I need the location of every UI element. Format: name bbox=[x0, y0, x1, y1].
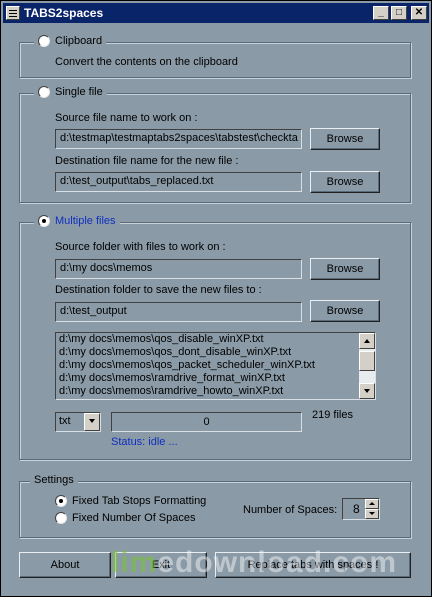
multi-source-label: Source folder with files to work on : bbox=[55, 241, 226, 253]
single-file-label: Single file bbox=[55, 86, 103, 98]
app-window: TABS2spaces _ □ ✕ Clipboard Convert the … bbox=[0, 0, 432, 597]
multiple-files-group: Multiple files Source folder with files … bbox=[19, 215, 411, 460]
spinner-up-icon[interactable] bbox=[365, 499, 379, 509]
single-source-label: Source file name to work on : bbox=[55, 112, 198, 124]
window-title: TABS2spaces bbox=[24, 6, 104, 20]
single-source-browse-button[interactable]: Browse bbox=[310, 128, 380, 150]
fixed-spaces-radio[interactable] bbox=[55, 512, 67, 524]
chevron-down-icon[interactable] bbox=[84, 413, 100, 431]
list-item[interactable]: d:\my docs\memos\ramdrive_format_winXP.t… bbox=[56, 372, 375, 385]
exit-button[interactable]: Exit bbox=[115, 552, 207, 578]
list-item[interactable]: d:\my docs\memos\ramdrive_howto_winXP.tx… bbox=[56, 385, 375, 398]
single-source-input[interactable]: d:\testmap\testmaptabs2spaces\tabstest\c… bbox=[55, 129, 302, 149]
maximize-button[interactable]: □ bbox=[391, 6, 407, 20]
single-destination-label: Destination file name for the new file : bbox=[55, 155, 239, 167]
progress-value: 0 bbox=[203, 416, 210, 428]
fixed-spaces-label: Fixed Number Of Spaces bbox=[72, 512, 196, 524]
clipboard-label: Clipboard bbox=[55, 35, 103, 47]
single-file-group: Single file Source file name to work on … bbox=[19, 86, 411, 203]
list-item[interactable]: d:\my docs\memos\qos_dont_disable_winXP.… bbox=[56, 346, 375, 359]
multi-source-input[interactable]: d:\my docs\memos bbox=[55, 259, 302, 279]
settings-legend: Settings bbox=[30, 474, 78, 486]
clipboard-radio[interactable] bbox=[38, 35, 50, 47]
single-destination-input[interactable]: d:\test_output\tabs_replaced.txt bbox=[55, 172, 302, 192]
spaces-label: Number of Spaces: bbox=[243, 504, 338, 516]
close-button[interactable]: ✕ bbox=[411, 6, 427, 20]
scroll-thumb[interactable] bbox=[359, 351, 375, 371]
multi-destination-browse-button[interactable]: Browse bbox=[310, 300, 380, 322]
single-file-option[interactable]: Single file bbox=[34, 86, 107, 98]
multi-source-browse-button[interactable]: Browse bbox=[310, 258, 380, 280]
title-bar[interactable]: TABS2spaces _ □ ✕ bbox=[3, 3, 429, 23]
about-button[interactable]: About bbox=[19, 552, 111, 578]
scroll-down-icon[interactable] bbox=[359, 383, 375, 399]
settings-label: Settings bbox=[34, 474, 74, 486]
spinner-down-icon[interactable] bbox=[365, 509, 379, 519]
multi-destination-input[interactable]: d:\test_output bbox=[55, 302, 302, 322]
fixed-tab-stops-label: Fixed Tab Stops Formatting bbox=[72, 495, 207, 507]
multiple-files-radio[interactable] bbox=[38, 215, 50, 227]
list-item[interactable]: d:\my docs\memos\qos_packet_scheduler_wi… bbox=[56, 359, 375, 372]
file-list[interactable]: d:\my docs\memos\qos_disable_winXP.txt d… bbox=[55, 332, 376, 400]
spaces-value: 8 bbox=[353, 502, 360, 516]
fixed-tab-stops-radio[interactable] bbox=[55, 495, 67, 507]
file-count: 219 files bbox=[312, 409, 353, 421]
progress-bar: 0 bbox=[111, 412, 302, 432]
single-destination-browse-button[interactable]: Browse bbox=[310, 171, 380, 193]
minimize-button[interactable]: _ bbox=[373, 6, 389, 20]
spaces-spinner[interactable]: 8 bbox=[342, 498, 380, 520]
fixed-spaces-option[interactable]: Fixed Number Of Spaces bbox=[55, 512, 196, 524]
clipboard-option[interactable]: Clipboard bbox=[34, 35, 107, 47]
scroll-up-icon[interactable] bbox=[359, 333, 375, 349]
multiple-files-label: Multiple files bbox=[55, 215, 116, 227]
clipboard-description: Convert the contents on the clipboard bbox=[55, 56, 238, 68]
app-icon[interactable] bbox=[6, 6, 20, 20]
fixed-tab-stops-option[interactable]: Fixed Tab Stops Formatting bbox=[55, 495, 206, 507]
single-file-radio[interactable] bbox=[38, 86, 50, 98]
file-list-scrollbar[interactable] bbox=[359, 333, 375, 399]
multiple-files-option[interactable]: Multiple files bbox=[34, 215, 120, 227]
clipboard-group: Clipboard Convert the contents on the cl… bbox=[19, 35, 411, 78]
replace-button[interactable]: Replace tabs with spaces ! bbox=[215, 552, 411, 578]
multi-destination-label: Destination folder to save the new files… bbox=[55, 284, 262, 296]
extension-select[interactable]: txt bbox=[55, 412, 101, 432]
list-item[interactable]: d:\my docs\memos\qos_disable_winXP.txt bbox=[56, 333, 375, 346]
settings-group: Settings Fixed Tab Stops Formatting Fixe… bbox=[19, 474, 411, 538]
status-text: Status: idle ... bbox=[111, 436, 178, 448]
extension-value: txt bbox=[59, 415, 71, 427]
